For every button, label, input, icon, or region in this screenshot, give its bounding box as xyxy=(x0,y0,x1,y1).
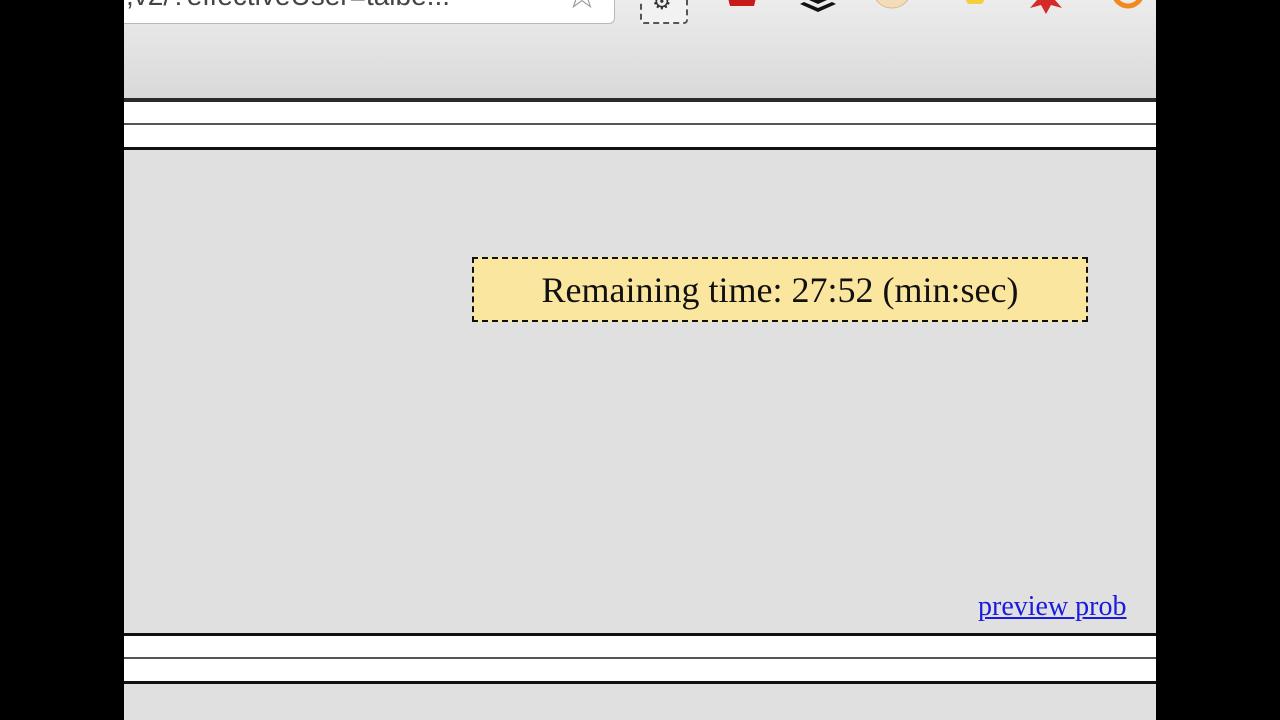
layers-extension-icon[interactable] xyxy=(796,0,840,20)
remaining-time-text: Remaining time: 27:52 (min:sec) xyxy=(541,269,1019,310)
header-rule xyxy=(124,123,1156,125)
address-bar[interactable]: ,v2/?effectiveUser=talbe... ☆ xyxy=(124,0,615,24)
puzzle-extension-icon[interactable]: ⚙ xyxy=(640,0,688,24)
footer-rule xyxy=(124,657,1156,659)
header-rule-bottom xyxy=(124,147,1156,150)
footer-band xyxy=(124,636,1156,682)
red-extension-icon[interactable] xyxy=(720,0,764,20)
preview-problem-link[interactable]: preview prob xyxy=(978,591,1127,623)
remaining-time-box: Remaining time: 27:52 (min:sec) xyxy=(472,257,1088,322)
browser-window: ,v2/?effectiveUser=talbe... ☆ ⚙ xyxy=(124,0,1156,720)
bookmark-star-icon[interactable]: ☆ xyxy=(564,0,600,15)
orange-extension-icon[interactable] xyxy=(1104,0,1148,20)
url-text: ,v2/?effectiveUser=talbe... xyxy=(126,0,450,12)
browser-toolbar: ,v2/?effectiveUser=talbe... ☆ ⚙ xyxy=(124,0,1156,98)
footer-rule-bottom xyxy=(124,681,1156,684)
red-star-extension-icon[interactable] xyxy=(1024,0,1068,20)
face-extension-icon[interactable] xyxy=(870,0,914,20)
python-extension-icon[interactable] xyxy=(946,0,990,20)
header-band xyxy=(124,102,1156,148)
